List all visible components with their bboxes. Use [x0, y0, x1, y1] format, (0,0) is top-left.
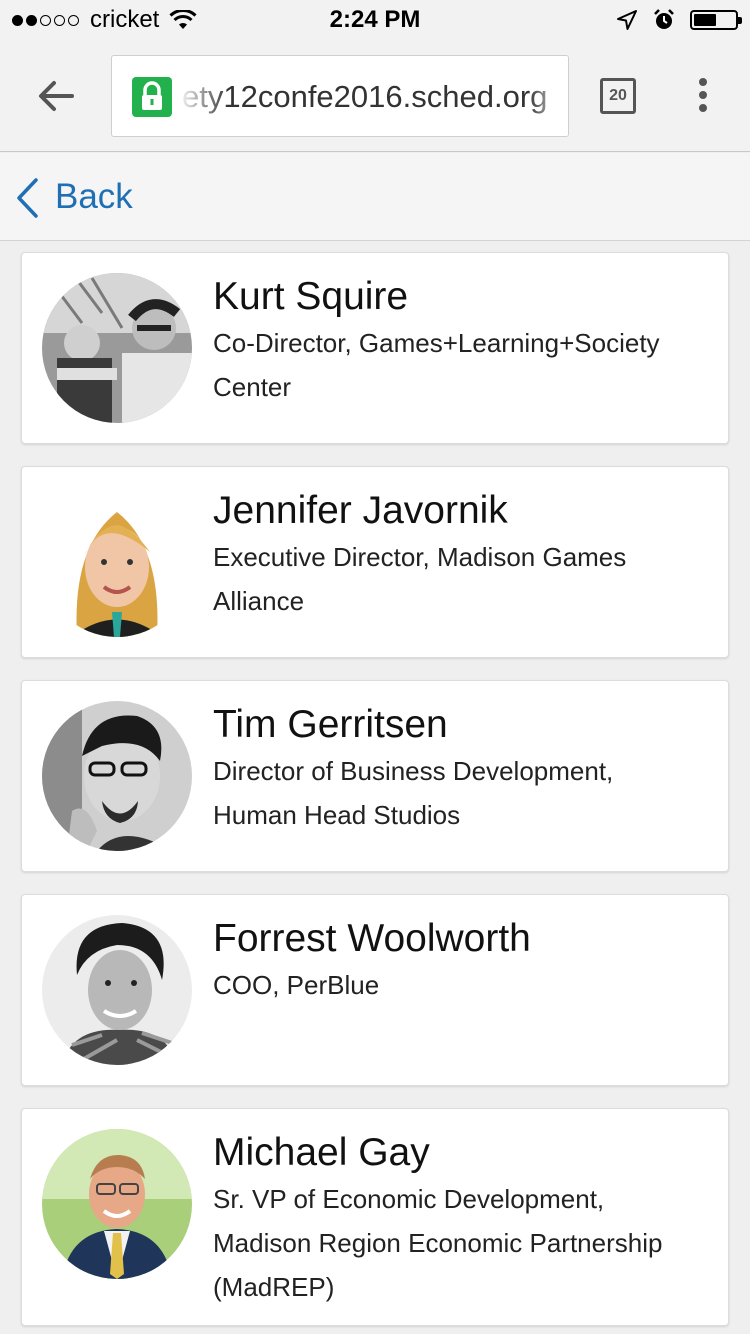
speaker-photo: [42, 1129, 192, 1279]
speaker-photo: [42, 273, 192, 423]
menu-dot: [699, 91, 707, 99]
speaker-info: Forrest Woolworth COO, PerBlue: [213, 915, 698, 1007]
arrow-left-icon[interactable]: [36, 76, 76, 116]
speaker-info: Tim Gerritsen Director of Business Devel…: [213, 701, 698, 837]
speaker-card[interactable]: Jennifer Javornik Executive Director, Ma…: [21, 466, 729, 658]
alarm-clock-icon: [654, 9, 674, 29]
back-navigation-bar: Back: [0, 153, 750, 241]
battery-tip: [738, 17, 742, 24]
speaker-role-line: Madison Region Economic Partnership: [213, 1228, 663, 1258]
status-right: [616, 8, 742, 32]
speaker-photo: [42, 915, 192, 1065]
speaker-role-line: Co-Director, Games+Learning+Society: [213, 328, 660, 358]
browser-toolbar: ety12confe2016.sched.org 20: [0, 40, 750, 152]
status-bar: cricket 2:24 PM: [0, 0, 750, 40]
speaker-list: Kurt Squire Co-Director, Games+Learning+…: [21, 252, 729, 1334]
more-vertical-icon[interactable]: [694, 78, 712, 116]
speaker-card[interactable]: Forrest Woolworth COO, PerBlue: [21, 894, 729, 1086]
speaker-name: Jennifer Javornik: [213, 489, 508, 532]
url-text: ety12confe2016.sched.org: [182, 79, 548, 114]
battery-icon: [690, 10, 742, 30]
speaker-name: Tim Gerritsen: [213, 703, 448, 746]
url-fade: [528, 56, 568, 136]
speaker-card[interactable]: Kurt Squire Co-Director, Games+Learning+…: [21, 252, 729, 444]
speaker-name: Kurt Squire: [213, 275, 409, 318]
back-link[interactable]: Back: [55, 153, 133, 241]
speaker-role-line: Executive Director, Madison Games: [213, 542, 627, 572]
speaker-photo: [42, 487, 192, 637]
battery-level: [694, 14, 716, 26]
location-arrow-icon: [617, 10, 637, 30]
address-bar[interactable]: ety12confe2016.sched.org: [111, 55, 569, 137]
speaker-role-line: Sr. VP of Economic Development,: [213, 1184, 605, 1214]
speaker-info: Jennifer Javornik Executive Director, Ma…: [213, 487, 698, 623]
speaker-photo: [42, 701, 192, 851]
speaker-role-line: Director of Business Development,: [213, 756, 614, 786]
speaker-role-line: COO, PerBlue: [213, 970, 380, 1000]
menu-dot: [699, 104, 707, 112]
speaker-role-line: Human Head Studios: [213, 800, 461, 830]
tabs-icon[interactable]: 20: [600, 78, 636, 114]
speaker-card[interactable]: Michael Gay Sr. VP of Economic Developme…: [21, 1108, 729, 1326]
url-fade: [178, 56, 228, 136]
speaker-info: Kurt Squire Co-Director, Games+Learning+…: [213, 273, 698, 409]
speaker-role-line: (MadREP): [213, 1272, 335, 1302]
speaker-card[interactable]: Tim Gerritsen Director of Business Devel…: [21, 680, 729, 872]
speaker-role-line: Center: [213, 372, 292, 402]
menu-dot: [699, 78, 707, 86]
chevron-left-icon[interactable]: [14, 177, 42, 219]
speaker-info: Michael Gay Sr. VP of Economic Developme…: [213, 1129, 698, 1309]
speaker-role-line: Alliance: [213, 586, 305, 616]
lock-icon: [132, 77, 172, 117]
speaker-name: Michael Gay: [213, 1131, 430, 1174]
speaker-name: Forrest Woolworth: [213, 917, 531, 960]
